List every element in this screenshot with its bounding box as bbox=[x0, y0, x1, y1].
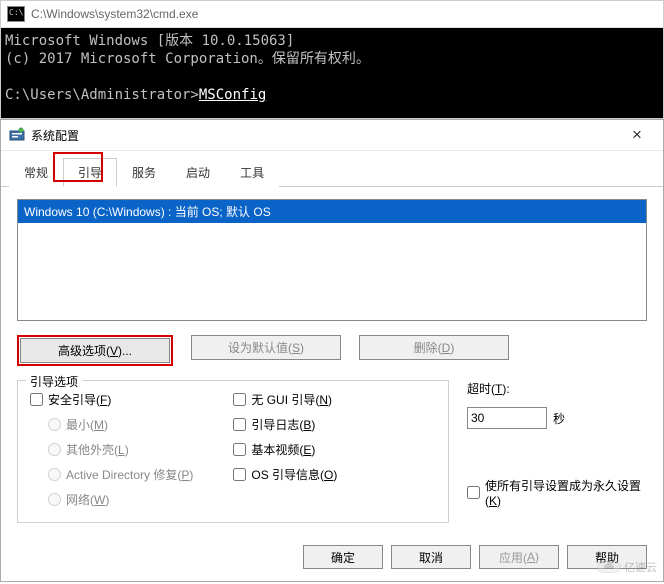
tab-strip: 常规 引导 服务 启动 工具 bbox=[1, 151, 663, 187]
adrepair-radio: Active Directory 修复(P) bbox=[48, 466, 193, 483]
minimal-radio: 最小(M) bbox=[48, 416, 193, 433]
safeboot-checkbox[interactable]: 安全引导(F) bbox=[30, 391, 193, 408]
tab-startup[interactable]: 启动 bbox=[171, 158, 225, 187]
boot-entry-selected[interactable]: Windows 10 (C:\Windows) : 当前 OS; 默认 OS bbox=[18, 200, 646, 223]
ok-button[interactable]: 确定 bbox=[303, 545, 383, 569]
cmd-window: C:\Windows\system32\cmd.exe Microsoft Wi… bbox=[0, 0, 664, 119]
highlight-annotation: 高级选项(V)... bbox=[17, 335, 173, 366]
boot-entries-list[interactable]: Windows 10 (C:\Windows) : 当前 OS; 默认 OS bbox=[17, 199, 647, 321]
msconfig-icon bbox=[9, 127, 25, 143]
set-default-button: 设为默认值(S) bbox=[191, 335, 341, 360]
timeout-unit: 秒 bbox=[553, 410, 565, 427]
cancel-button[interactable]: 取消 bbox=[391, 545, 471, 569]
network-radio: 网络(W) bbox=[48, 491, 193, 508]
tab-boot[interactable]: 引导 bbox=[63, 158, 117, 187]
cmd-output[interactable]: Microsoft Windows [版本 10.0.15063] (c) 20… bbox=[1, 28, 663, 118]
timeout-label: 超时(T): bbox=[467, 380, 647, 397]
cmd-icon bbox=[7, 6, 25, 22]
advanced-options-button[interactable]: 高级选项(V)... bbox=[20, 338, 170, 363]
boot-options-group: 引导选项 安全引导(F) 最小(M) 其他外壳(L) Active Direct… bbox=[17, 380, 449, 523]
msconfig-dialog: 系统配置 × 常规 引导 服务 启动 工具 Windows 10 (C:\Win… bbox=[0, 119, 664, 582]
nogui-checkbox[interactable]: 无 GUI 引导(N) bbox=[233, 391, 337, 408]
cmd-title: C:\Windows\system32\cmd.exe bbox=[31, 7, 657, 21]
close-button[interactable]: × bbox=[619, 125, 655, 145]
watermark: 亿速云 bbox=[597, 559, 657, 575]
bootlog-checkbox[interactable]: 引导日志(B) bbox=[233, 416, 337, 433]
osinfo-checkbox[interactable]: OS 引导信息(O) bbox=[233, 466, 337, 483]
tab-tools[interactable]: 工具 bbox=[225, 158, 279, 187]
basevideo-checkbox[interactable]: 基本视频(E) bbox=[233, 441, 337, 458]
apply-button: 应用(A) bbox=[479, 545, 559, 569]
altshell-radio: 其他外壳(L) bbox=[48, 441, 193, 458]
dialog-title: 系统配置 bbox=[31, 127, 619, 144]
cmd-typed-command: MSConfig bbox=[199, 87, 266, 103]
tab-services[interactable]: 服务 bbox=[117, 158, 171, 187]
tab-general[interactable]: 常规 bbox=[9, 158, 63, 187]
group-label: 引导选项 bbox=[26, 373, 82, 390]
delete-button: 删除(D) bbox=[359, 335, 509, 360]
permanent-checkbox[interactable]: 使所有引导设置成为永久设置(K) bbox=[467, 477, 647, 508]
dialog-footer: 确定 取消 应用(A) 帮助 bbox=[1, 533, 663, 581]
timeout-input[interactable] bbox=[467, 407, 547, 429]
cloud-icon bbox=[597, 561, 621, 573]
cmd-titlebar[interactable]: C:\Windows\system32\cmd.exe bbox=[1, 1, 663, 28]
dialog-titlebar[interactable]: 系统配置 × bbox=[1, 120, 663, 151]
